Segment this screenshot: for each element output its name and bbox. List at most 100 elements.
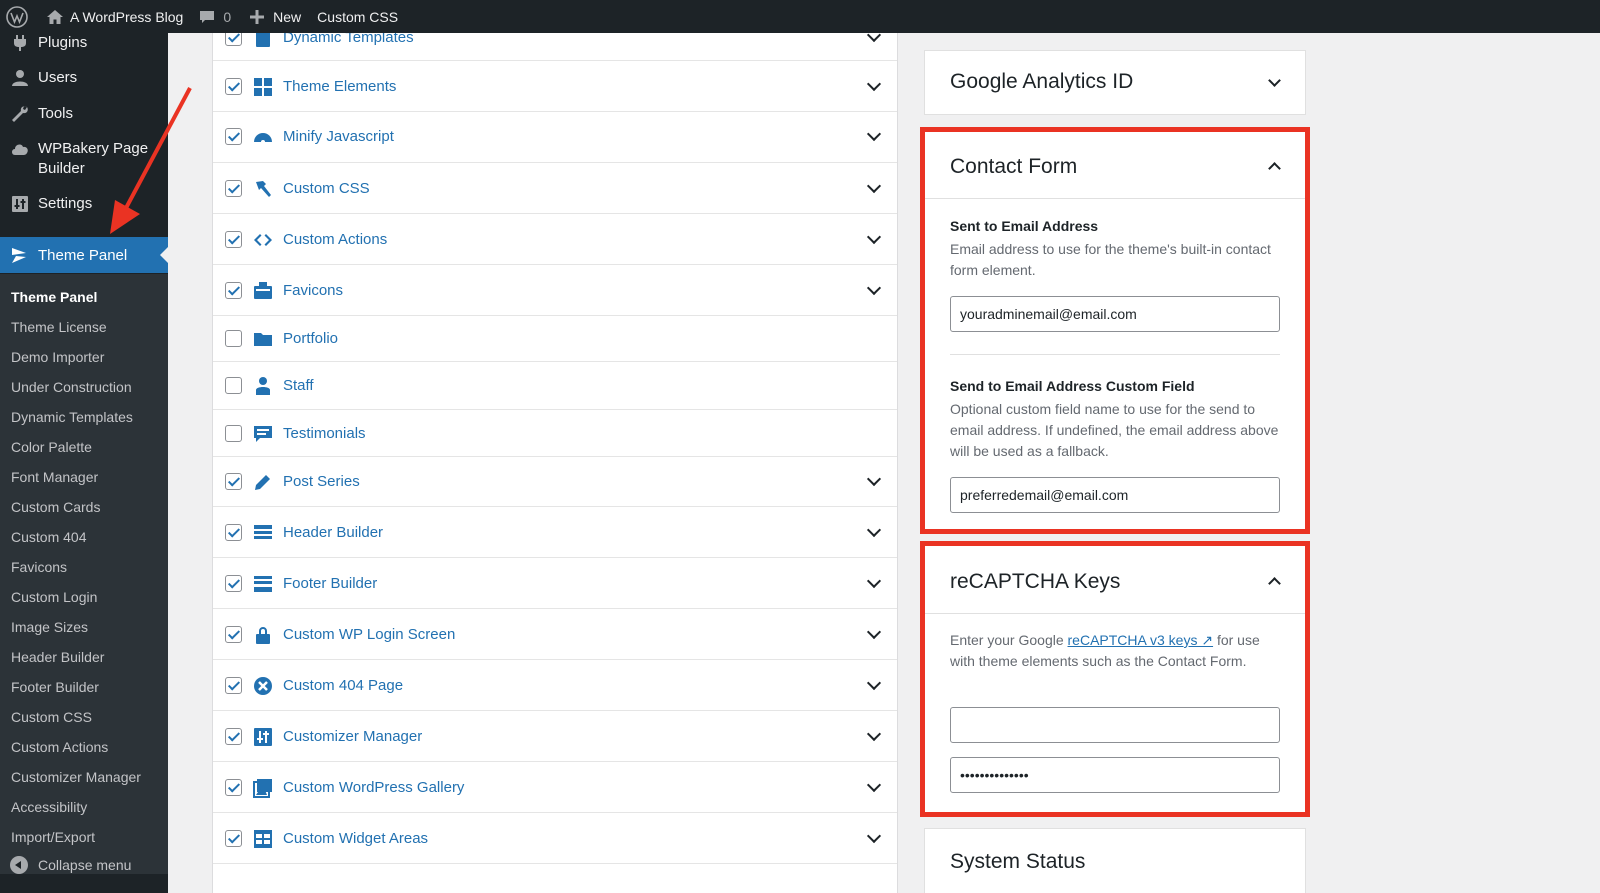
module-row-customizer-manager: Customizer Manager (213, 711, 897, 762)
module-name[interactable]: Custom Actions (283, 230, 387, 250)
module-row-theme-elements: Theme Elements (213, 62, 897, 112)
module-name[interactable]: Custom WP Login Screen (283, 625, 455, 645)
submenu-item-custom-css[interactable]: Custom CSS (11, 708, 92, 726)
module-name[interactable]: Staff (283, 376, 314, 396)
submenu-item-demo-importer[interactable]: Demo Importer (11, 348, 104, 366)
custom-css-link[interactable]: Custom CSS (309, 0, 406, 33)
module-checkbox[interactable] (225, 424, 242, 442)
module-name[interactable]: Testimonials (283, 424, 366, 444)
header-icon (253, 523, 273, 543)
module-name[interactable]: Header Builder (283, 523, 383, 543)
chevron-down-icon[interactable] (866, 178, 882, 193)
module-row-portfolio: Portfolio (213, 316, 897, 362)
chevron-down-icon[interactable] (866, 33, 882, 43)
module-checkbox[interactable] (225, 377, 242, 394)
comment-icon (200, 10, 215, 23)
module-name[interactable]: Portfolio (283, 329, 338, 349)
module-name[interactable]: Custom Widget Areas (283, 829, 428, 849)
module-name[interactable]: Minify Javascript (283, 127, 394, 147)
chevron-down-icon[interactable] (866, 828, 882, 843)
submenu-item-image-sizes[interactable]: Image Sizes (11, 618, 88, 636)
wordpress-logo-icon[interactable] (0, 0, 36, 33)
google-analytics-panel[interactable]: Google Analytics ID (924, 50, 1306, 115)
submenu-item-customizer-manager[interactable]: Customizer Manager (11, 768, 141, 786)
chevron-down-icon[interactable] (866, 126, 882, 142)
submenu-item-custom-cards[interactable]: Custom Cards (11, 498, 100, 516)
new-content-link[interactable]: New (239, 0, 309, 33)
settings-icon (10, 194, 30, 214)
theme-panel-icon (10, 245, 30, 265)
submenu-item-custom-404[interactable]: Custom 404 (11, 528, 86, 546)
menu-item-plugins[interactable]: Plugins (0, 33, 97, 53)
module-row-custom-wordpress-gallery: Custom WordPress Gallery (213, 762, 897, 813)
module-checkbox[interactable] (225, 778, 242, 796)
submenu-item-footer-builder[interactable]: Footer Builder (11, 678, 99, 696)
chevron-down-icon[interactable] (1268, 74, 1281, 87)
chevron-down-icon[interactable] (866, 777, 882, 792)
favicon-icon (253, 281, 273, 301)
module-checkbox[interactable] (225, 281, 242, 299)
submenu-item-accessibility[interactable]: Accessibility (11, 798, 87, 816)
module-name[interactable]: Theme Elements (283, 77, 396, 97)
menu-item-tools[interactable]: Tools (0, 104, 83, 124)
collapse-menu-button[interactable]: Collapse menu (0, 837, 168, 893)
module-name[interactable]: Footer Builder (283, 574, 377, 594)
widgets-icon (253, 829, 273, 849)
submenu-item-custom-actions[interactable]: Custom Actions (11, 738, 108, 756)
module-name[interactable]: Dynamic Templates (283, 33, 414, 48)
menu-item-theme-panel[interactable]: Theme Panel (0, 237, 169, 273)
system-status-panel[interactable]: System Status (924, 828, 1306, 893)
module-checkbox[interactable] (225, 179, 242, 197)
chevron-down-icon[interactable] (866, 280, 882, 295)
module-checkbox[interactable] (225, 727, 242, 745)
menu-item-users[interactable]: Users (0, 68, 87, 88)
footer-icon (253, 574, 273, 594)
module-checkbox[interactable] (225, 473, 242, 490)
highlight-box (920, 541, 1310, 817)
module-name[interactable]: Custom CSS (283, 179, 370, 199)
chevron-down-icon[interactable] (866, 76, 882, 92)
chevron-down-icon[interactable] (866, 573, 882, 588)
site-name-link[interactable]: A WordPress Blog (36, 0, 191, 33)
module-row-custom-widget-areas: Custom Widget Areas (213, 813, 897, 864)
module-checkbox[interactable] (225, 574, 242, 592)
template-icon (253, 33, 273, 48)
submenu-item-under-construction[interactable]: Under Construction (11, 378, 132, 396)
module-checkbox[interactable] (225, 523, 242, 541)
module-checkbox[interactable] (225, 128, 242, 145)
module-row-dynamic-templates: Dynamic Templates (213, 33, 897, 61)
submenu-item-theme-panel[interactable]: Theme Panel (11, 288, 97, 306)
menu-item-settings[interactable]: Settings (0, 194, 102, 214)
module-checkbox[interactable] (225, 625, 242, 643)
highlight-box (920, 127, 1310, 534)
submenu-item-header-builder[interactable]: Header Builder (11, 648, 104, 666)
submenu-item-color-palette[interactable]: Color Palette (11, 438, 92, 456)
submenu-item-font-manager[interactable]: Font Manager (11, 468, 98, 486)
chevron-down-icon[interactable] (866, 726, 882, 741)
module-checkbox[interactable] (225, 676, 242, 694)
testimonial-icon (253, 424, 273, 444)
chevron-down-icon[interactable] (866, 624, 882, 639)
module-checkbox[interactable] (225, 330, 242, 347)
comments-link[interactable]: 0 (191, 0, 239, 33)
submenu-item-custom-login[interactable]: Custom Login (11, 588, 97, 606)
submenu-item-theme-license[interactable]: Theme License (11, 318, 107, 336)
module-name[interactable]: Custom WordPress Gallery (283, 778, 464, 798)
chevron-down-icon[interactable] (866, 522, 882, 537)
submenu-item-favicons[interactable]: Favicons (11, 558, 67, 576)
module-checkbox[interactable] (225, 829, 242, 847)
chevron-down-icon[interactable] (866, 229, 882, 244)
module-name[interactable]: Favicons (283, 281, 343, 301)
chevron-down-icon[interactable] (866, 675, 882, 690)
module-row-custom-wp-login-screen: Custom WP Login Screen (213, 609, 897, 660)
module-checkbox[interactable] (225, 33, 242, 46)
module-name[interactable]: Customizer Manager (283, 727, 422, 747)
module-row-testimonials: Testimonials (213, 410, 897, 457)
chevron-down-icon[interactable] (866, 471, 882, 487)
module-checkbox[interactable] (225, 230, 242, 248)
module-row-custom-404-page: Custom 404 Page (213, 660, 897, 711)
module-name[interactable]: Custom 404 Page (283, 676, 403, 696)
module-checkbox[interactable] (225, 78, 242, 95)
submenu-item-dynamic-templates[interactable]: Dynamic Templates (11, 408, 133, 426)
module-name[interactable]: Post Series (283, 472, 360, 492)
